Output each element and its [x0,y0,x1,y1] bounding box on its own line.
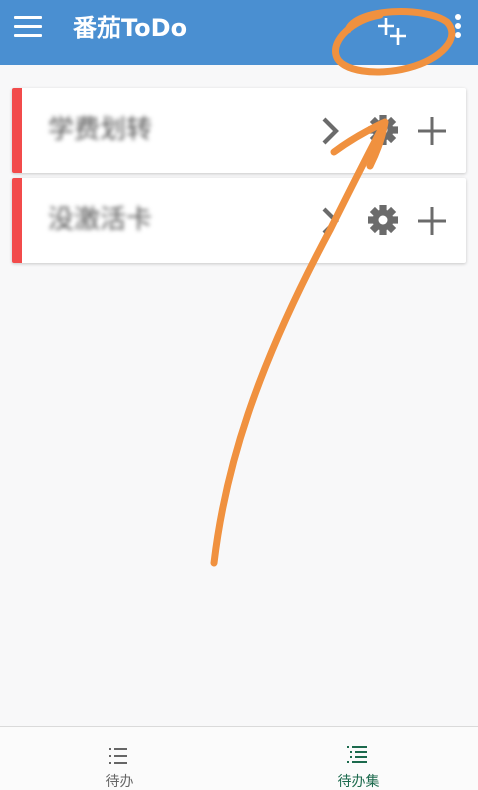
hamburger-menu-icon[interactable] [14,15,42,37]
chevron-right-icon[interactable] [315,113,343,149]
list-item[interactable]: 没激活卡 [12,178,466,263]
plus-icon[interactable] [416,115,448,147]
bottom-navigation: 待办 待办集 [0,726,478,790]
list-icon [109,748,127,764]
gear-icon[interactable] [365,202,401,238]
list-title: 没激活卡 [48,205,153,235]
tab-todo-sets[interactable]: 待办集 [239,727,478,790]
card-accent [12,88,22,173]
tab-label: 待办集 [337,774,380,790]
gear-icon[interactable] [365,112,401,148]
list-collection-icon [347,746,367,763]
app-bar: 番茄ToDo [0,0,478,65]
card-accent [12,178,22,263]
plus-icon[interactable] [416,205,448,237]
list-title: 学费划转 [48,115,153,145]
tab-label: 待办 [105,774,134,790]
add-list-icon[interactable] [372,12,418,52]
list-item[interactable]: 学费划转 [12,88,466,173]
chevron-right-icon[interactable] [315,203,343,239]
more-vertical-icon[interactable] [447,12,469,42]
tab-todo[interactable]: 待办 [0,727,239,790]
app-title: 番茄ToDo [73,14,188,42]
